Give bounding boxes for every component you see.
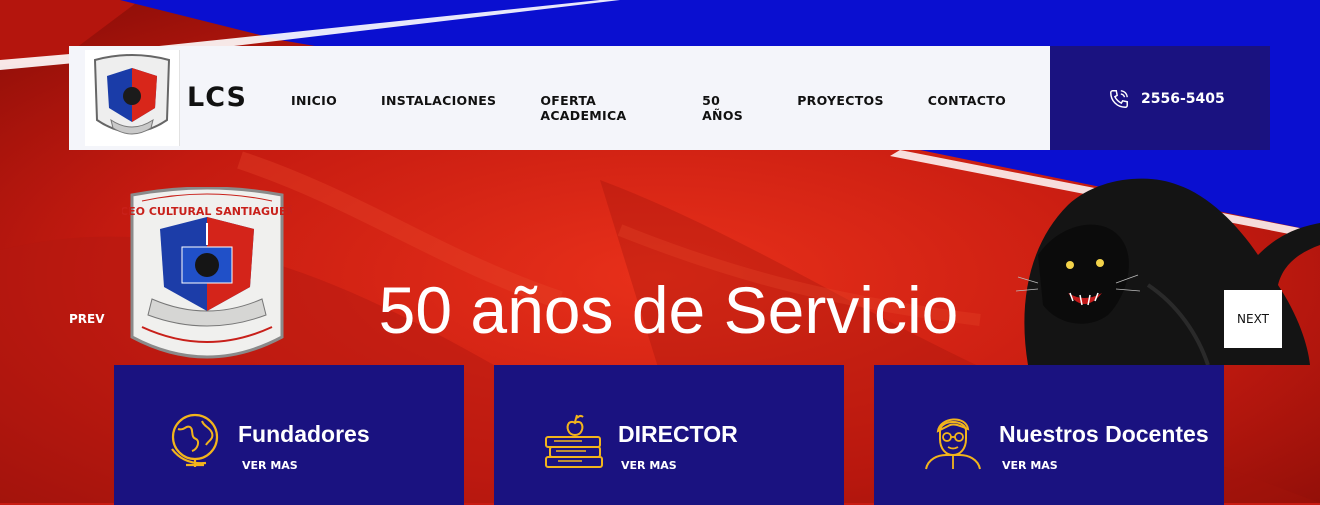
nav-item-50-anos[interactable]: 50 AÑOS [702,93,753,123]
nav-item-proyectos[interactable]: PROYECTOS [797,93,884,123]
top-navbar: LCS INICIO INSTALACIONES OFERTA ACADEMIC… [69,46,1050,150]
nav-item-instalaciones[interactable]: INSTALACIONES [381,93,496,123]
main-nav: INICIO INSTALACIONES OFERTA ACADEMICA 50… [291,93,1050,123]
phone-number[interactable]: 2556-5405 [1141,91,1225,107]
nav-item-contacto[interactable]: CONTACTO [928,93,1006,123]
slider-next-button[interactable]: NEXT [1224,290,1282,348]
card-fundadores[interactable]: Fundadores VER MAS [114,365,464,505]
card-nuestros-docentes[interactable]: Nuestros Docentes VER MAS [874,365,1224,505]
card-more-link[interactable]: VER MAS [1002,459,1058,472]
card-director[interactable]: DIRECTOR VER MAS [494,365,844,505]
card-title: DIRECTOR [618,421,738,447]
books-apple-icon [545,414,603,468]
brand-name[interactable]: LCS [187,82,247,113]
card-more-link[interactable]: VER MAS [242,459,298,472]
phone-icon [1110,90,1128,108]
card-more-link[interactable]: VER MAS [621,459,677,472]
school-logo[interactable] [85,50,180,146]
teacher-icon [925,418,981,470]
globe-icon [171,413,219,467]
card-title: Fundadores [238,421,370,447]
nav-item-inicio[interactable]: INICIO [291,93,337,123]
nav-item-oferta-academica[interactable]: OFERTA ACADEMICA [540,93,658,123]
hero-headline: 50 años de Servicio [378,273,959,347]
card-title: Nuestros Docentes [999,421,1209,447]
phone-contact[interactable]: 2556-5405 [1050,46,1270,150]
emblem-text: LICEO CULTURAL SANTIAGUEÑO [122,205,292,218]
slider-prev-button[interactable]: PREV [69,312,105,326]
